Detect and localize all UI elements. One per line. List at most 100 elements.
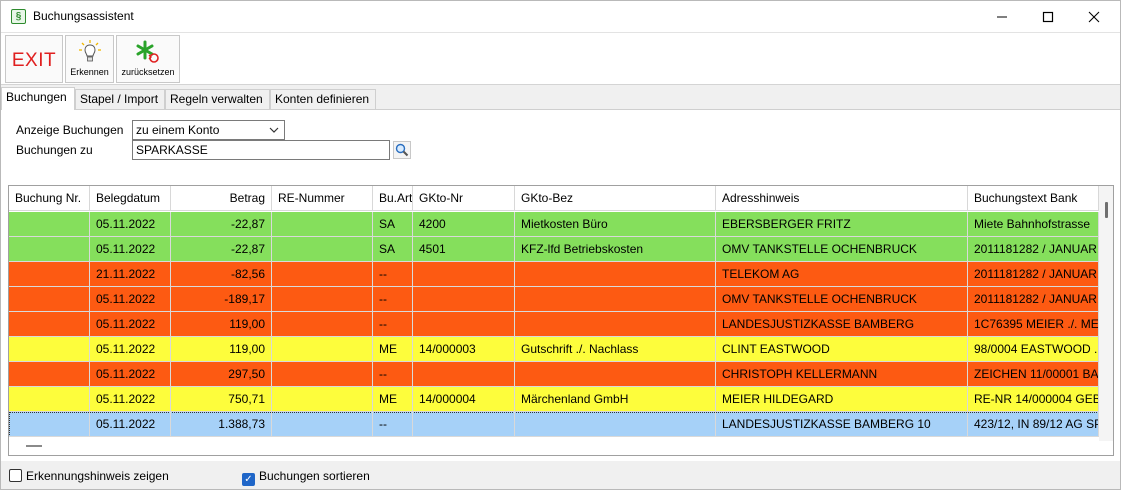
cell-gkto-bez[interactable]: Märchenland GmbH bbox=[515, 387, 716, 412]
cell-re-nummer[interactable] bbox=[272, 312, 373, 337]
cell-buchung-nr[interactable] bbox=[9, 287, 90, 312]
anzeige-buchungen-select[interactable]: zu einem Konto bbox=[132, 120, 285, 140]
cell-belegdatum[interactable]: 05.11.2022 bbox=[90, 362, 171, 387]
cell-re-nummer[interactable] bbox=[272, 262, 373, 287]
table-row[interactable]: 05.11.2022 -189,17 -- OMV TANKSTELLE OCHENB… bbox=[9, 287, 1099, 312]
cell-buchungstext-bank[interactable]: 2011181282 / JANUAR bbox=[968, 262, 1099, 287]
cell-re-nummer[interactable] bbox=[272, 387, 373, 412]
scrollbar-thumb[interactable] bbox=[1105, 202, 1108, 218]
cell-betrag[interactable]: 119,00 bbox=[171, 312, 272, 337]
cell-buchungstext-bank[interactable]: 423/12, IN 89/12 AG SP bbox=[968, 412, 1099, 437]
cell-belegdatum[interactable]: 05.11.2022 bbox=[90, 387, 171, 412]
column-header-buchungstext-bank[interactable]: Buchungstext Bank bbox=[968, 186, 1099, 211]
cell-buchung-nr[interactable] bbox=[9, 262, 90, 287]
cell-gkto-bez[interactable] bbox=[515, 287, 716, 312]
cell-bu-art[interactable]: -- bbox=[373, 412, 413, 437]
tab-buchungen[interactable]: Buchungen bbox=[1, 87, 75, 110]
cell-gkto-bez[interactable] bbox=[515, 312, 716, 337]
column-header-gkto-nr[interactable]: GKto-Nr bbox=[413, 186, 515, 211]
cell-re-nummer[interactable] bbox=[272, 287, 373, 312]
table-row[interactable]: 05.11.2022 119,00 ME 14/000003 Gutschrift ./… bbox=[9, 337, 1099, 362]
horizontal-scrollbar-thumb[interactable] bbox=[26, 445, 42, 447]
cell-bu-art[interactable]: -- bbox=[373, 362, 413, 387]
cell-belegdatum[interactable]: 05.11.2022 bbox=[90, 237, 171, 262]
cell-buchungstext-bank[interactable]: 98/0004 EASTWOOD . bbox=[968, 337, 1099, 362]
cell-adresshinweis[interactable]: CHRISTOPH KELLERMANN bbox=[716, 362, 968, 387]
cell-gkto-nr[interactable] bbox=[413, 287, 515, 312]
cell-adresshinweis[interactable]: LANDESJUSTIZKASSE BAMBERG 10 bbox=[716, 412, 968, 437]
column-header-belegdatum[interactable]: Belegdatum bbox=[90, 186, 171, 211]
buchungen-zu-input[interactable]: SPARKASSE bbox=[132, 140, 390, 160]
table-row[interactable]: 05.11.2022 119,00 -- LANDESJUSTIZKASSE BAMB… bbox=[9, 312, 1099, 337]
column-header-re-nummer[interactable]: RE-Nummer bbox=[272, 186, 373, 211]
table-row[interactable]: 05.11.2022 -22,87 SA 4501 KFZ-lfd Betriebsko… bbox=[9, 237, 1099, 262]
cell-betrag[interactable]: -22,87 bbox=[171, 237, 272, 262]
cell-re-nummer[interactable] bbox=[272, 412, 373, 437]
cell-buchungstext-bank[interactable]: 1C76395 MEIER ./. ME bbox=[968, 312, 1099, 337]
cell-bu-art[interactable]: -- bbox=[373, 262, 413, 287]
cell-bu-art[interactable]: ME bbox=[373, 337, 413, 362]
erkennen-button[interactable]: Erkennen bbox=[65, 35, 114, 83]
cell-bu-art[interactable]: SA bbox=[373, 212, 413, 237]
cell-adresshinweis[interactable]: MEIER HILDEGARD bbox=[716, 387, 968, 412]
cell-betrag[interactable]: 750,71 bbox=[171, 387, 272, 412]
cell-buchungstext-bank[interactable]: Miete Bahnhofstrasse bbox=[968, 212, 1099, 237]
cell-gkto-nr[interactable]: 14/000003 bbox=[413, 337, 515, 362]
cell-gkto-nr[interactable] bbox=[413, 412, 515, 437]
close-button[interactable] bbox=[1071, 1, 1117, 32]
column-header-buchung-nr[interactable]: Buchung Nr. bbox=[9, 186, 90, 211]
cell-bu-art[interactable]: -- bbox=[373, 287, 413, 312]
cell-buchung-nr[interactable] bbox=[9, 337, 90, 362]
cell-betrag[interactable]: -22,87 bbox=[171, 212, 272, 237]
cell-gkto-nr[interactable]: 4501 bbox=[413, 237, 515, 262]
cell-betrag[interactable]: 119,00 bbox=[171, 337, 272, 362]
cell-betrag[interactable]: 297,50 bbox=[171, 362, 272, 387]
cell-adresshinweis[interactable]: TELEKOM AG bbox=[716, 262, 968, 287]
cell-gkto-bez[interactable] bbox=[515, 412, 716, 437]
cell-buchungstext-bank[interactable]: RE-NR 14/000004 GEB bbox=[968, 387, 1099, 412]
buchungen-sortieren-checkbox[interactable]: ✓ Buchungen sortieren bbox=[242, 469, 370, 486]
cell-gkto-bez[interactable]: Gutschrift ./. Nachlass bbox=[515, 337, 716, 362]
cell-belegdatum[interactable]: 21.11.2022 bbox=[90, 262, 171, 287]
cell-re-nummer[interactable] bbox=[272, 337, 373, 362]
table-row-selected[interactable]: 05.11.2022 1.388,73 -- LANDESJUSTIZKASSE BA… bbox=[9, 412, 1099, 437]
cell-gkto-bez[interactable] bbox=[515, 262, 716, 287]
cell-re-nummer[interactable] bbox=[272, 362, 373, 387]
cell-betrag[interactable]: -189,17 bbox=[171, 287, 272, 312]
cell-adresshinweis[interactable]: OMV TANKSTELLE OCHENBRUCK bbox=[716, 287, 968, 312]
cell-gkto-nr[interactable] bbox=[413, 362, 515, 387]
cell-adresshinweis[interactable]: LANDESJUSTIZKASSE BAMBERG bbox=[716, 312, 968, 337]
cell-buchung-nr[interactable] bbox=[9, 212, 90, 237]
cell-gkto-nr[interactable]: 14/000004 bbox=[413, 387, 515, 412]
cell-belegdatum[interactable]: 05.11.2022 bbox=[90, 312, 171, 337]
cell-adresshinweis[interactable]: CLINT EASTWOOD bbox=[716, 337, 968, 362]
table-row[interactable]: 21.11.2022 -82,56 -- TELEKOM AG 2011181282 /… bbox=[9, 262, 1099, 287]
column-header-betrag[interactable]: Betrag bbox=[171, 186, 272, 211]
exit-button[interactable]: EXIT bbox=[5, 35, 63, 83]
cell-gkto-nr[interactable] bbox=[413, 262, 515, 287]
maximize-button[interactable] bbox=[1025, 1, 1071, 32]
cell-bu-art[interactable]: -- bbox=[373, 312, 413, 337]
cell-buchungstext-bank[interactable]: 2011181282 / JANUAR bbox=[968, 287, 1099, 312]
cell-buchung-nr[interactable] bbox=[9, 237, 90, 262]
cell-gkto-nr[interactable] bbox=[413, 312, 515, 337]
cell-buchungstext-bank[interactable]: 2011181282 / JANUAR bbox=[968, 237, 1099, 262]
cell-bu-art[interactable]: SA bbox=[373, 237, 413, 262]
cell-buchung-nr[interactable] bbox=[9, 312, 90, 337]
cell-gkto-bez[interactable]: KFZ-lfd Betriebskosten bbox=[515, 237, 716, 262]
tab-stapel-import[interactable]: Stapel / Import bbox=[75, 89, 165, 109]
cell-belegdatum[interactable]: 05.11.2022 bbox=[90, 212, 171, 237]
cell-re-nummer[interactable] bbox=[272, 237, 373, 262]
table-row[interactable]: 05.11.2022 750,71 ME 14/000004 Märchenland G… bbox=[9, 387, 1099, 412]
minimize-button[interactable] bbox=[979, 1, 1025, 32]
column-header-adresshinweis[interactable]: Adresshinweis bbox=[716, 186, 968, 211]
erkennungshinweis-checkbox[interactable]: Erkennungshinweis zeigen bbox=[9, 469, 169, 483]
column-header-bu-art[interactable]: Bu.Art bbox=[373, 186, 413, 211]
cell-belegdatum[interactable]: 05.11.2022 bbox=[90, 412, 171, 437]
cell-adresshinweis[interactable]: EBERSBERGER FRITZ bbox=[716, 212, 968, 237]
cell-gkto-bez[interactable]: Mietkosten Büro bbox=[515, 212, 716, 237]
cell-bu-art[interactable]: ME bbox=[373, 387, 413, 412]
tab-regeln-verwalten[interactable]: Regeln verwalten bbox=[165, 89, 270, 109]
cell-buchungstext-bank[interactable]: ZEICHEN 11/00001 BA bbox=[968, 362, 1099, 387]
cell-gkto-bez[interactable] bbox=[515, 362, 716, 387]
